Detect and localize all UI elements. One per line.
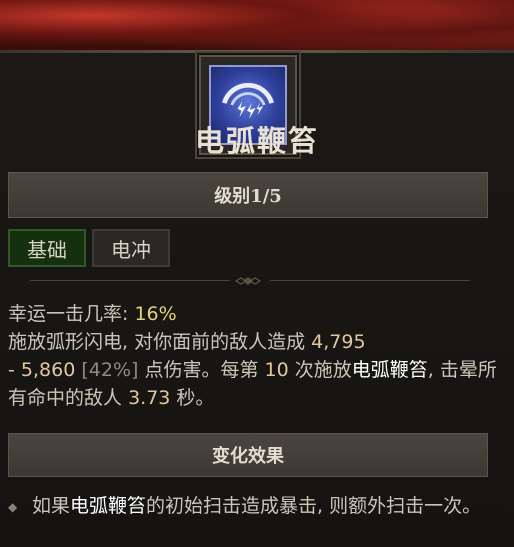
desc-text-5: 秒。	[176, 387, 215, 409]
effect-rest: 的初始扫击造成暴击, 则额外扫击一次。	[146, 495, 482, 517]
tooltip-panel: 电弧鞭笞 级别1/5 基础 电冲 幸运一击几率: 16% 施放弧形闪电, 对你面…	[0, 53, 514, 547]
desc-text-3: 次施放	[294, 359, 352, 381]
damage-percent: [42%]	[81, 359, 139, 381]
stun-duration: 3.73	[128, 387, 171, 409]
cast-count: 10	[264, 359, 289, 381]
desc-text-1: 施放弧形闪电, 对你面前的敌人造成	[8, 331, 306, 353]
ornament-divider	[0, 277, 514, 285]
header-artwork	[0, 0, 514, 52]
skill-reference: 电弧鞭笞	[351, 359, 428, 381]
desc-text-2: 点伤害。每第	[144, 359, 259, 381]
rank-bar: 级别1/5	[8, 172, 488, 218]
effect-prefix: 如果	[32, 495, 71, 517]
effect-skill-ref: 电弧鞭笞	[70, 495, 147, 517]
lucky-hit-line: 幸运一击几率: 16%	[8, 300, 498, 328]
effects-header: 变化效果	[212, 446, 284, 467]
lucky-hit-label: 幸运一击几率:	[8, 303, 129, 325]
tag-shock: 电冲	[92, 229, 170, 267]
damage-max: 5,860	[20, 359, 76, 381]
damage-min: 4,795	[311, 331, 366, 353]
rank-label: 级别1/5	[214, 186, 282, 207]
effect-bullet: ◆ 如果电弧鞭笞的初始扫击造成暴击, 则额外扫击一次。	[8, 492, 498, 521]
effect-text: 如果电弧鞭笞的初始扫击造成暴击, 则额外扫击一次。	[32, 492, 481, 521]
skill-description: 幸运一击几率: 16% 施放弧形闪电, 对你面前的敌人造成 4,795 - 5,…	[8, 300, 498, 412]
tag-basic: 基础	[8, 229, 86, 267]
lucky-hit-value: 16%	[134, 303, 177, 325]
skill-name: 电弧鞭笞	[194, 124, 319, 158]
effects-header-bar: 变化效果	[8, 433, 488, 477]
bullet-diamond-icon: ◆	[8, 500, 18, 514]
description-body: 施放弧形闪电, 对你面前的敌人造成 4,795 - 5,860 [42%] 点伤…	[8, 328, 498, 412]
damage-dash: -	[8, 359, 15, 381]
